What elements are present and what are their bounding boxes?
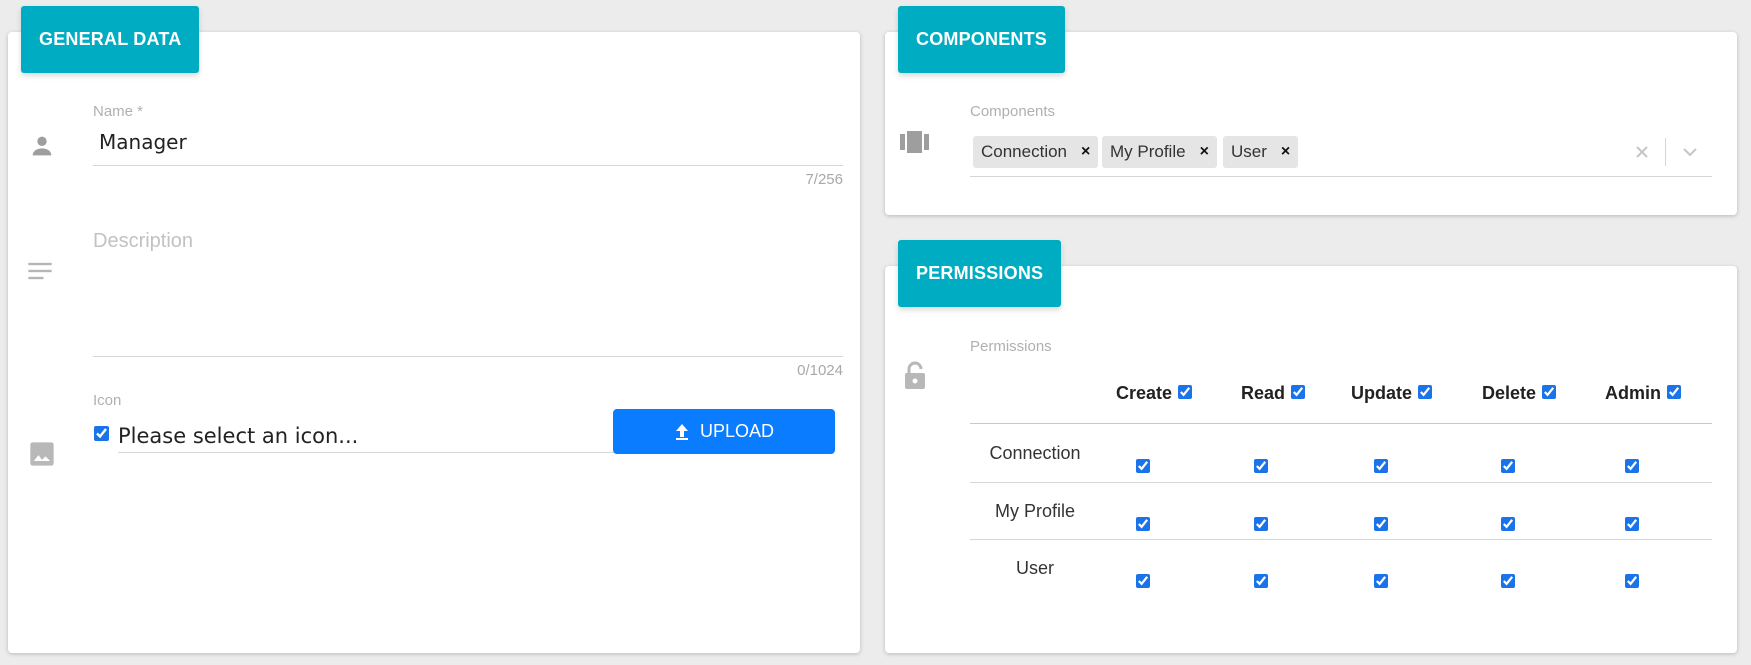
components-card: COMPONENTS Components Connection × My Pr… [885,6,1737,215]
lock-open-icon [905,361,925,389]
chip-label: User [1231,142,1267,161]
col-create-label: Create [1116,383,1173,403]
col-admin-label: Admin [1605,383,1661,403]
description-textarea[interactable]: Description [93,230,193,253]
perm-checkbox[interactable] [1374,459,1388,473]
row-my-profile-label: My Profile [994,501,1075,521]
upload-label: UPLOAD [699,421,775,441]
perm-checkbox[interactable] [1254,459,1268,473]
permissions-header: PERMISSIONS [898,240,1062,307]
notes-icon [28,262,52,280]
perm-checkbox[interactable] [1136,459,1150,473]
row-user-label: User [1015,558,1054,578]
col-admin: Admin [1605,383,1681,404]
description-counter: 0/1024 [797,362,843,379]
icon-select[interactable]: Please select an icon... [118,424,358,448]
row-divider [970,539,1712,540]
col-delete: Delete [1482,383,1557,404]
row-divider [970,482,1712,483]
perm-checkbox[interactable] [1501,517,1515,531]
perm-header-divider [970,423,1712,424]
upload-button[interactable]: UPLOAD [613,409,835,454]
chip-label: Connection [981,142,1068,161]
components-header: COMPONENTS [898,6,1066,73]
col-update-label: Update [1351,383,1413,403]
components-underline [970,176,1712,177]
col-delete-label: Delete [1482,383,1537,403]
name-label: Name * [93,103,144,120]
name-input[interactable]: Manager [99,130,187,154]
perm-checkbox[interactable] [1136,574,1150,588]
components-label: Components [970,103,1056,120]
perm-checkbox[interactable] [1625,517,1639,531]
person-icon [32,136,52,156]
chip-label: My Profile [1110,142,1186,161]
select-divider [1665,138,1666,166]
chip-remove-icon[interactable]: × [1081,143,1090,161]
col-read: Read [1241,383,1306,404]
icon-label: Icon [93,392,122,409]
chip-remove-icon[interactable]: × [1200,143,1209,161]
perm-checkbox[interactable] [1501,459,1515,473]
perm-checkbox[interactable] [1374,517,1388,531]
col-create: Create [1116,383,1193,404]
col-read-label: Read [1241,383,1286,403]
general-data-card: GENERAL DATA Name * Manager 7/256 Descri… [8,6,860,653]
name-counter: 7/256 [805,171,843,188]
col-update: Update [1351,383,1433,404]
perm-checkbox[interactable] [1374,574,1388,588]
upload-icon [675,423,688,440]
perm-checkbox[interactable] [1254,517,1268,531]
view-array-icon [900,131,929,153]
name-underline [93,165,843,166]
perm-checkbox[interactable] [1625,574,1639,588]
chip-user[interactable]: User × [1223,136,1299,168]
chip-connection[interactable]: Connection × [973,136,1099,168]
perm-checkbox[interactable] [1254,574,1268,588]
col-update-checkbox[interactable] [1418,384,1433,399]
general-data-header: GENERAL DATA [21,6,200,73]
clear-all-icon[interactable] [1634,144,1650,160]
chip-remove-icon[interactable]: × [1281,143,1290,161]
row-connection-label: Connection [989,443,1081,463]
icon-underline [118,452,623,453]
col-admin-checkbox[interactable] [1667,384,1681,399]
perm-checkbox[interactable] [1501,574,1515,588]
col-create-checkbox[interactable] [1178,384,1193,399]
image-icon [30,442,54,466]
permissions-label: Permissions [970,338,1052,355]
chip-my-profile[interactable]: My Profile × [1102,136,1217,168]
perm-checkbox[interactable] [1625,459,1639,473]
icon-checkbox[interactable] [94,426,109,441]
description-underline [93,356,843,357]
chevron-down-icon[interactable] [1682,146,1698,158]
col-read-checkbox[interactable] [1291,384,1306,399]
col-delete-checkbox[interactable] [1542,384,1557,399]
perm-checkbox[interactable] [1136,517,1150,531]
